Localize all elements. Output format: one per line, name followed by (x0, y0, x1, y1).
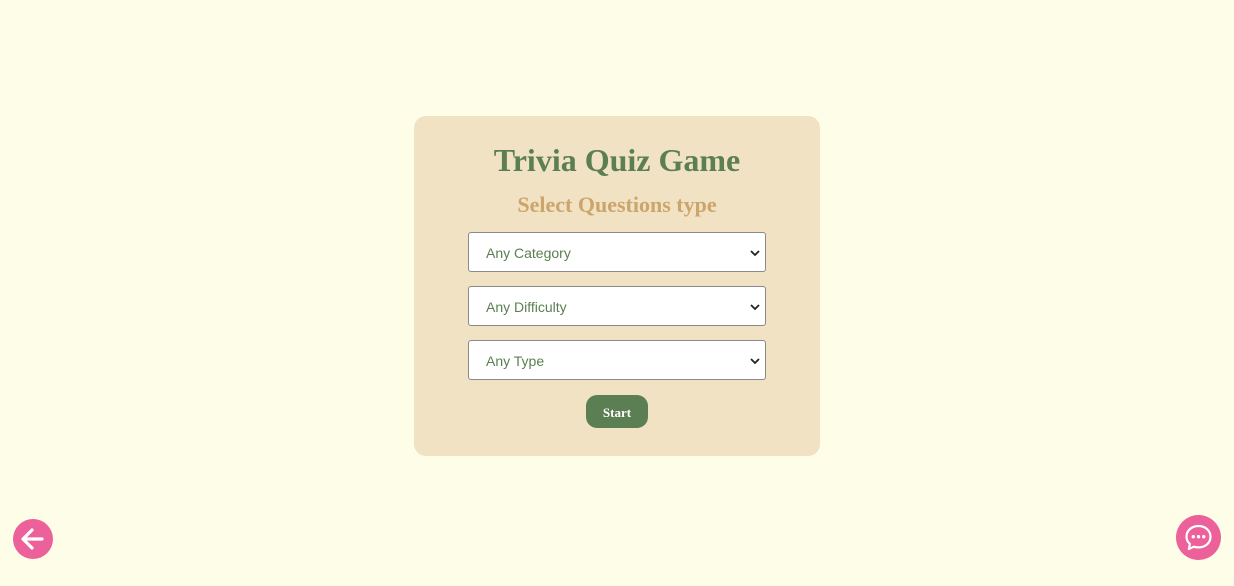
arrow-left-icon (21, 528, 44, 550)
difficulty-select-value: Any Difficulty (486, 299, 567, 315)
category-select[interactable]: Any Category (468, 232, 766, 272)
start-button[interactable]: Start (586, 395, 648, 428)
difficulty-select[interactable]: Any Difficulty (468, 286, 766, 326)
chevron-down-icon (750, 250, 760, 257)
quiz-setup-card: Trivia Quiz Game Select Questions type A… (414, 116, 820, 456)
chat-button[interactable] (1176, 515, 1221, 560)
category-select-value: Any Category (486, 245, 571, 261)
chat-bubble-icon (1185, 524, 1212, 551)
section-subtitle: Select Questions type (517, 192, 717, 217)
type-select[interactable]: Any Type (468, 340, 766, 380)
chevron-down-icon (750, 358, 760, 365)
type-select-value: Any Type (486, 353, 545, 369)
page-title: Trivia Quiz Game (493, 142, 741, 178)
back-button[interactable] (13, 519, 53, 559)
chevron-down-icon (750, 304, 760, 311)
